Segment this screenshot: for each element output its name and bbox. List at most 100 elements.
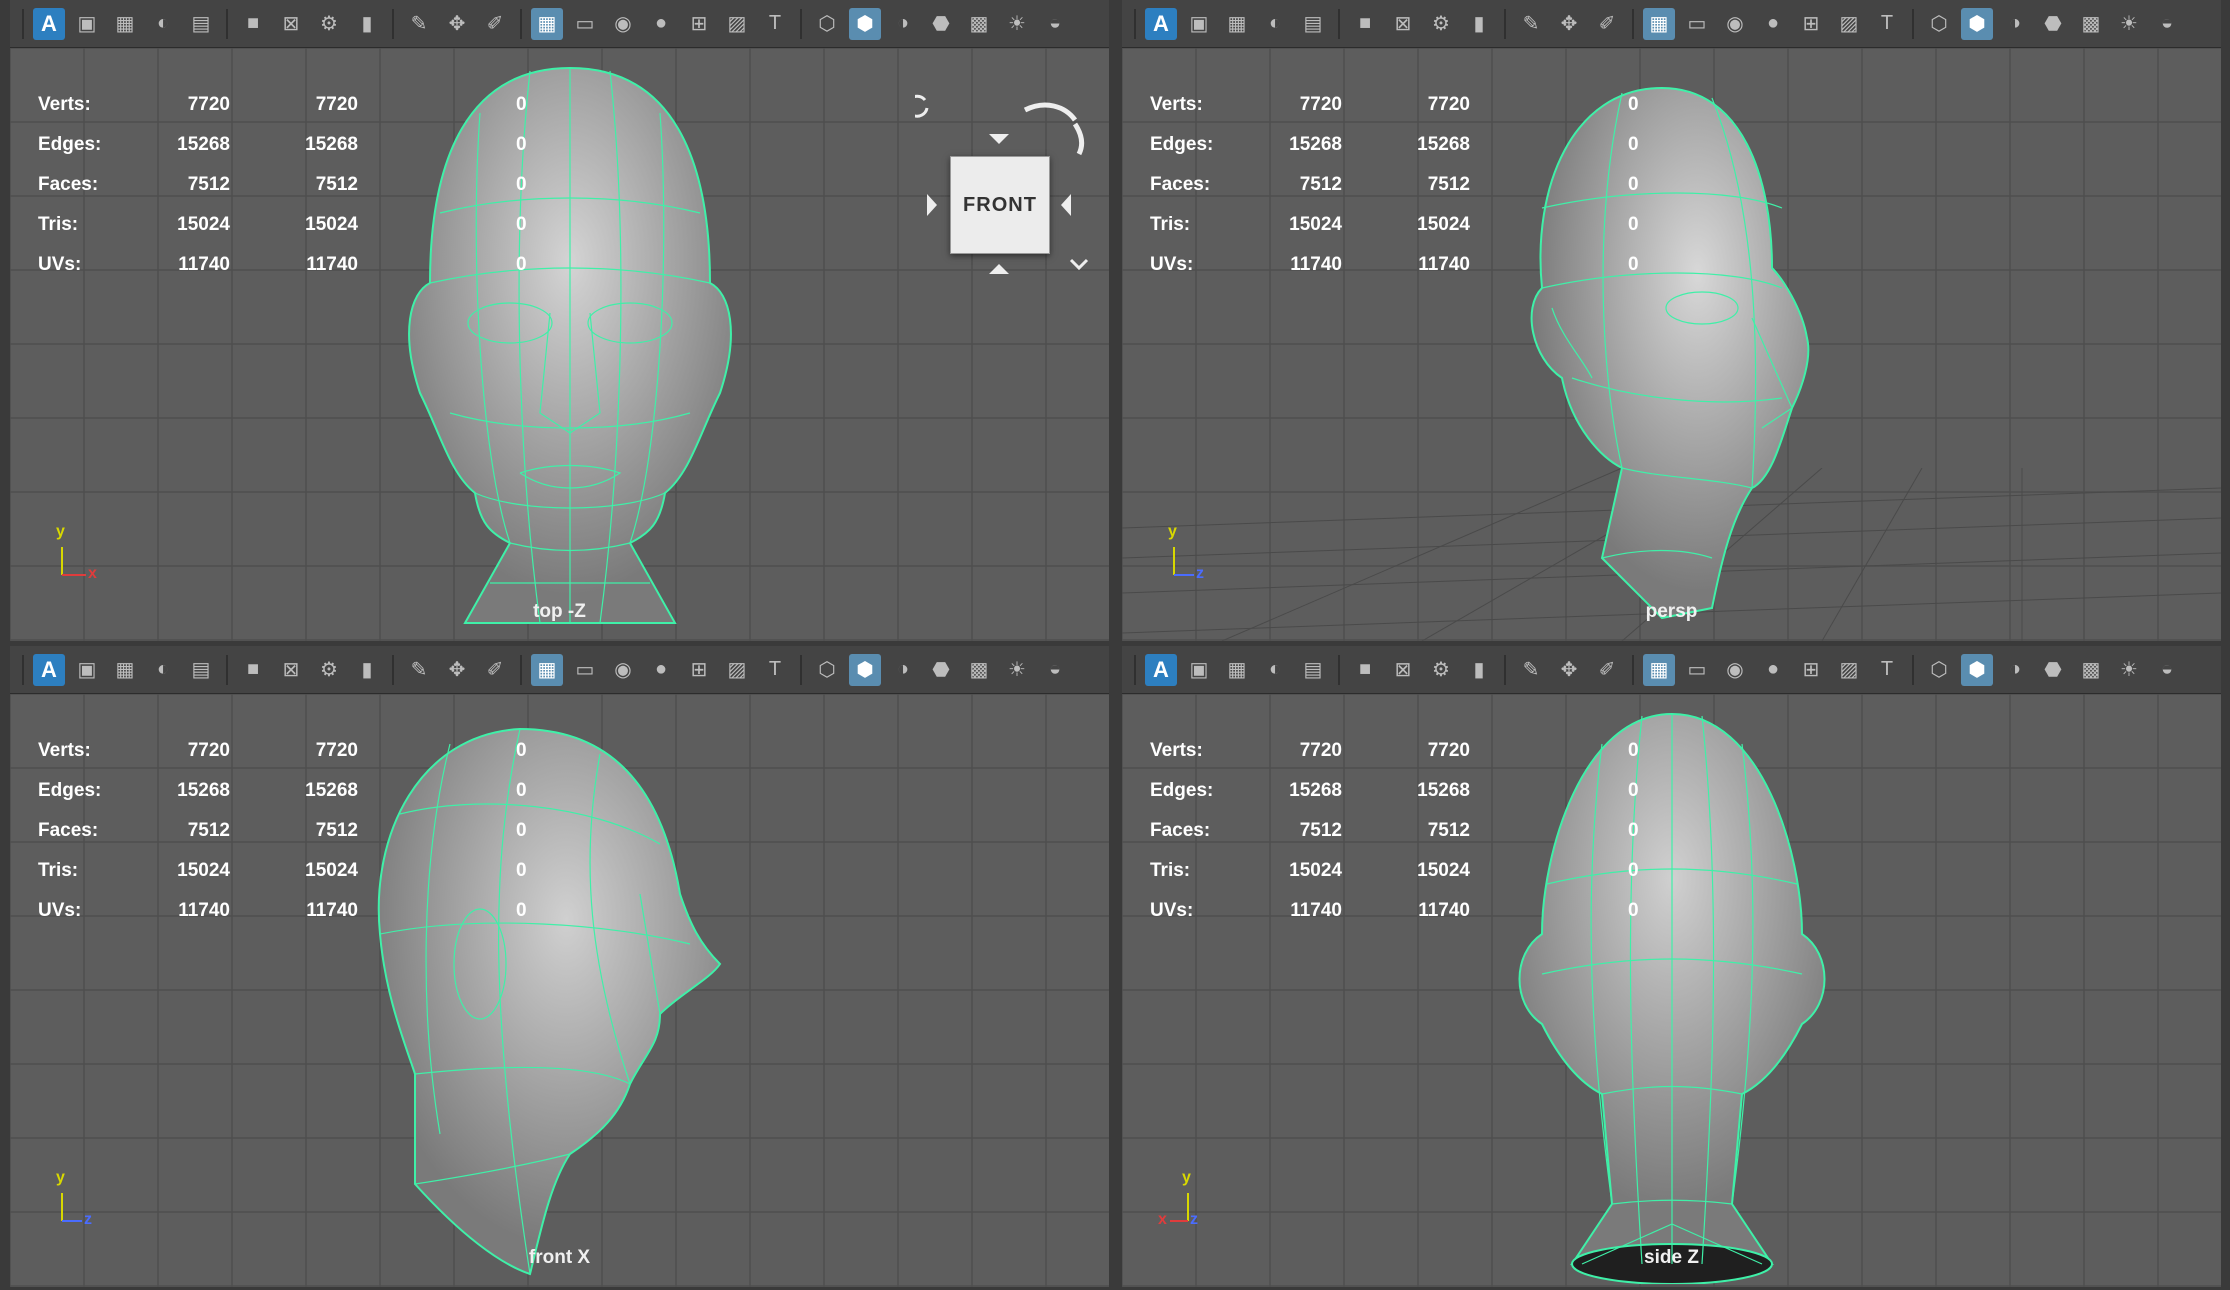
select-camera-icon[interactable]: A — [1145, 653, 1177, 686]
viewport-top-right[interactable]: A ▣ ▦ ◐ ▤ ■ ⊠ ⚙ ▮ ✎ ✥ ✐ ▦ ▭ ◉ ● ⊞ ▨ T ⬡ ⬢ ◑ ⬣ ▩ ☀ ◒ Verts: 7720 772… — [1122, 0, 2221, 641]
wireframe-on-shaded-icon[interactable]: ⬣ — [925, 8, 957, 40]
resolution-gate-icon[interactable]: ◉ — [607, 654, 639, 686]
safe-action-icon[interactable]: ▨ — [1833, 654, 1865, 686]
film-gate-mask-icon[interactable]: ▭ — [569, 8, 601, 40]
smooth-shade-icon[interactable]: ⬢ — [849, 653, 881, 686]
image-plane-icon[interactable]: ◐ — [1259, 654, 1291, 686]
bookmark-ribbon-icon[interactable]: ▮ — [1463, 8, 1495, 40]
film-gate-mask-icon[interactable]: ▭ — [1681, 8, 1713, 40]
grid-icon[interactable]: ▦ — [531, 7, 563, 40]
paint-icon[interactable]: ✐ — [1591, 8, 1623, 40]
wireframe-on-shaded-icon[interactable]: ⬣ — [2037, 8, 2069, 40]
default-lighting-icon[interactable]: ◑ — [1999, 654, 2031, 686]
default-lighting-icon[interactable]: ◑ — [1999, 8, 2031, 40]
camera-icon[interactable]: ■ — [1349, 8, 1381, 40]
safe-action-icon[interactable]: ▨ — [1833, 8, 1865, 40]
camera-attr-icon[interactable]: ▣ — [71, 654, 103, 686]
smooth-shade-icon[interactable]: ⬢ — [849, 7, 881, 40]
use-lights-icon[interactable]: ☀ — [2113, 8, 2145, 40]
camera-attr-icon[interactable]: ▣ — [1183, 8, 1215, 40]
paint-icon[interactable]: ✐ — [479, 8, 511, 40]
use-lights-icon[interactable]: ☀ — [1001, 8, 1033, 40]
gate-mask-icon[interactable]: ● — [1757, 8, 1789, 40]
camera-attr-icon[interactable]: ▣ — [1183, 654, 1215, 686]
safe-title-icon[interactable]: T — [1871, 654, 1903, 686]
grease-pencil-icon[interactable]: ✎ — [1515, 8, 1547, 40]
shadows-icon[interactable]: ◒ — [2151, 654, 2183, 686]
grid-icon[interactable]: ▦ — [1643, 653, 1675, 686]
default-lighting-icon[interactable]: ◑ — [887, 8, 919, 40]
camera-settings-icon[interactable]: ⚙ — [313, 654, 345, 686]
textured-icon[interactable]: ▩ — [963, 8, 995, 40]
use-lights-icon[interactable]: ☀ — [2113, 654, 2145, 686]
gate-mask-icon[interactable]: ● — [645, 654, 677, 686]
shadows-icon[interactable]: ◒ — [1039, 8, 1071, 40]
bookmark-icon[interactable]: ▦ — [109, 654, 141, 686]
resolution-gate-icon[interactable]: ◉ — [1719, 654, 1751, 686]
bookmark-icon[interactable]: ▦ — [1221, 654, 1253, 686]
wireframe-icon[interactable]: ⬡ — [811, 8, 843, 40]
smooth-shade-icon[interactable]: ⬢ — [1961, 653, 1993, 686]
film-gate-icon[interactable]: ▤ — [1297, 8, 1329, 40]
camera-attr-icon[interactable]: ▣ — [71, 8, 103, 40]
camera-icon[interactable]: ■ — [237, 8, 269, 40]
wireframe-on-shaded-icon[interactable]: ⬣ — [2037, 654, 2069, 686]
grid-icon[interactable]: ▦ — [1643, 7, 1675, 40]
bookmark-ribbon-icon[interactable]: ▮ — [1463, 654, 1495, 686]
resolution-gate-icon[interactable]: ◉ — [1719, 8, 1751, 40]
bookmark-ribbon-icon[interactable]: ▮ — [351, 8, 383, 40]
field-chart-icon[interactable]: ⊞ — [683, 654, 715, 686]
view-cube[interactable]: FRONT — [915, 88, 1109, 288]
shadows-icon[interactable]: ◒ — [2151, 8, 2183, 40]
lock-camera-icon[interactable]: ⊠ — [275, 654, 307, 686]
textured-icon[interactable]: ▩ — [2075, 654, 2107, 686]
safe-title-icon[interactable]: T — [759, 8, 791, 40]
select-camera-icon[interactable]: A — [33, 653, 65, 686]
viewport-top-left[interactable]: A ▣ ▦ ◐ ▤ ■ ⊠ ⚙ ▮ ✎ ✥ ✐ ▦ ▭ ◉ ● ⊞ ▨ T ⬡ ⬢ ◑ ⬣ ▩ ☀ ◒ Verts: 7720 772… — [10, 0, 1109, 641]
bookmark-icon[interactable]: ▦ — [109, 8, 141, 40]
default-lighting-icon[interactable]: ◑ — [887, 654, 919, 686]
field-chart-icon[interactable]: ⊞ — [683, 8, 715, 40]
textured-icon[interactable]: ▩ — [2075, 8, 2107, 40]
viewport-canvas[interactable]: Verts: 7720 7720 0 Edges: 15268 15268 0 Faces:… — [1122, 694, 2221, 1287]
paint-icon[interactable]: ✐ — [479, 654, 511, 686]
film-gate-mask-icon[interactable]: ▭ — [1681, 654, 1713, 686]
lock-camera-icon[interactable]: ⊠ — [1387, 654, 1419, 686]
viewport-bottom-right[interactable]: A ▣ ▦ ◐ ▤ ■ ⊠ ⚙ ▮ ✎ ✥ ✐ ▦ ▭ ◉ ● ⊞ ▨ T ⬡ ⬢ ◑ ⬣ ▩ ☀ ◒ Verts: 7720 772… — [1122, 646, 2221, 1287]
camera-settings-icon[interactable]: ⚙ — [1425, 8, 1457, 40]
camera-settings-icon[interactable]: ⚙ — [1425, 654, 1457, 686]
grid-icon[interactable]: ▦ — [531, 653, 563, 686]
safe-title-icon[interactable]: T — [759, 654, 791, 686]
smooth-shade-icon[interactable]: ⬢ — [1961, 7, 1993, 40]
viewport-bottom-left[interactable]: A ▣ ▦ ◐ ▤ ■ ⊠ ⚙ ▮ ✎ ✥ ✐ ▦ ▭ ◉ ● ⊞ ▨ T ⬡ ⬢ ◑ ⬣ ▩ ☀ ◒ Verts: 7720 772… — [10, 646, 1109, 1287]
film-gate-mask-icon[interactable]: ▭ — [569, 654, 601, 686]
image-plane-icon[interactable]: ◐ — [147, 8, 179, 40]
lock-camera-icon[interactable]: ⊠ — [275, 8, 307, 40]
2d-pan-zoom-icon[interactable]: ✥ — [441, 8, 473, 40]
viewport-canvas[interactable]: Verts: 7720 7720 0 Edges: 15268 15268 0 Faces:… — [10, 48, 1109, 641]
2d-pan-zoom-icon[interactable]: ✥ — [441, 654, 473, 686]
safe-action-icon[interactable]: ▨ — [721, 654, 753, 686]
film-gate-icon[interactable]: ▤ — [1297, 654, 1329, 686]
film-gate-icon[interactable]: ▤ — [185, 654, 217, 686]
viewport-canvas[interactable]: Verts: 7720 7720 0 Edges: 15268 15268 0 Faces:… — [1122, 48, 2221, 641]
paint-icon[interactable]: ✐ — [1591, 654, 1623, 686]
grease-pencil-icon[interactable]: ✎ — [403, 654, 435, 686]
image-plane-icon[interactable]: ◐ — [147, 654, 179, 686]
wireframe-icon[interactable]: ⬡ — [1923, 654, 1955, 686]
select-camera-icon[interactable]: A — [33, 7, 65, 40]
grease-pencil-icon[interactable]: ✎ — [403, 8, 435, 40]
wireframe-on-shaded-icon[interactable]: ⬣ — [925, 654, 957, 686]
view-cube-face[interactable]: FRONT — [950, 156, 1050, 254]
textured-icon[interactable]: ▩ — [963, 654, 995, 686]
film-gate-icon[interactable]: ▤ — [185, 8, 217, 40]
2d-pan-zoom-icon[interactable]: ✥ — [1553, 8, 1585, 40]
grease-pencil-icon[interactable]: ✎ — [1515, 654, 1547, 686]
gate-mask-icon[interactable]: ● — [1757, 654, 1789, 686]
wireframe-icon[interactable]: ⬡ — [811, 654, 843, 686]
image-plane-icon[interactable]: ◐ — [1259, 8, 1291, 40]
2d-pan-zoom-icon[interactable]: ✥ — [1553, 654, 1585, 686]
use-lights-icon[interactable]: ☀ — [1001, 654, 1033, 686]
camera-icon[interactable]: ■ — [237, 654, 269, 686]
bookmark-icon[interactable]: ▦ — [1221, 8, 1253, 40]
